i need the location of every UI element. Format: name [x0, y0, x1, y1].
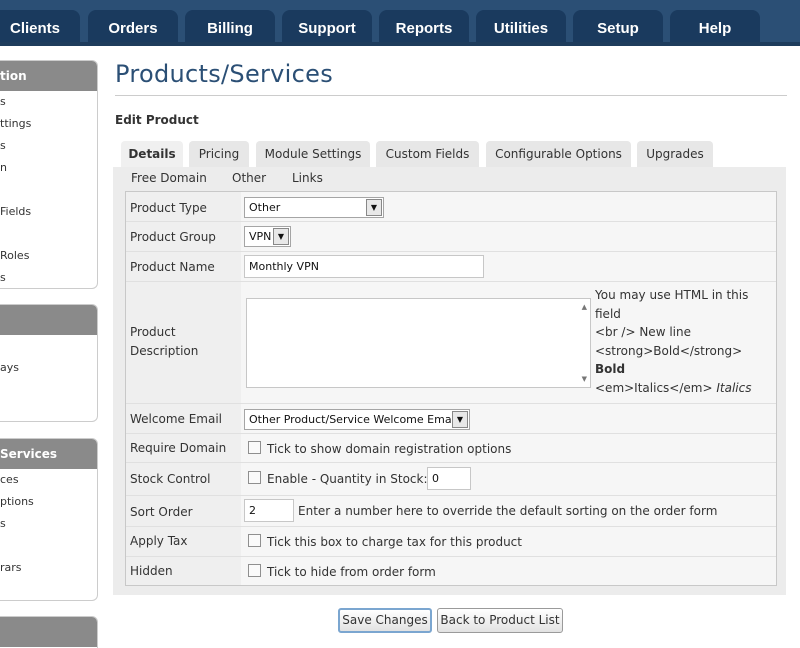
section-heading: Edit Product	[115, 113, 199, 127]
apply-tax-label: Apply Tax	[130, 534, 188, 548]
chevron-down-icon: ▼	[366, 199, 382, 216]
sidebar-link[interactable]: ptions	[0, 495, 34, 508]
sidebar-link[interactable]: s	[0, 517, 6, 530]
product-type-select[interactable]: Other ▼	[244, 197, 384, 218]
require-domain-checkbox[interactable]	[248, 441, 261, 454]
html-help-line1: You may use HTML in this	[595, 288, 749, 302]
hidden-text: Tick to hide from order form	[267, 565, 436, 579]
save-changes-button[interactable]: Save Changes	[338, 608, 432, 633]
nav-tab-orders[interactable]: Orders	[88, 10, 178, 46]
row-require-domain: Require Domain Tick to show domain regis…	[126, 434, 776, 463]
nav-tab-clients[interactable]: Clients	[0, 10, 80, 46]
stock-control-text: Enable - Quantity in Stock:	[267, 472, 428, 486]
html-help-line6: <em>Italics</em> Italics	[595, 381, 751, 395]
tab-other[interactable]: Other	[232, 171, 266, 185]
sidebar-link[interactable]: rars	[0, 561, 22, 574]
sidebar-box-title: tion	[0, 61, 97, 91]
title-divider	[115, 95, 787, 96]
row-product-type: Product Type Other ▼	[126, 192, 776, 222]
apply-tax-text: Tick this box to charge tax for this pro…	[267, 535, 522, 549]
product-group-label: Product Group	[130, 230, 216, 244]
scroll-down-icon[interactable]: ▼	[582, 375, 587, 383]
product-description-label-line2: Description	[130, 344, 199, 358]
back-to-product-list-button[interactable]: Back to Product List	[437, 608, 563, 633]
nav-tab-support[interactable]: Support	[282, 10, 372, 46]
stock-control-checkbox[interactable]	[248, 471, 261, 484]
sidebar-box-title	[0, 617, 97, 647]
product-description-label-line1: Product	[130, 325, 176, 339]
sort-order-label: Sort Order	[130, 505, 193, 519]
html-help-line2: field	[595, 307, 621, 321]
tab-module-settings[interactable]: Module Settings	[256, 141, 370, 167]
product-name-input[interactable]: Monthly VPN	[244, 255, 484, 278]
sidebar-link[interactable]: s	[0, 95, 6, 108]
stock-control-label: Stock Control	[130, 472, 211, 486]
row-product-group: Product Group VPN ▼	[126, 222, 776, 252]
chevron-down-icon: ▼	[452, 411, 468, 428]
html-help-line3: <br /> New line	[595, 325, 691, 339]
apply-tax-checkbox[interactable]	[248, 534, 261, 547]
sidebar-link[interactable]: s	[0, 271, 6, 284]
sidebar-link[interactable]: Roles	[0, 249, 29, 262]
sidebar-link[interactable]: ces	[0, 473, 19, 486]
html-help-italics-example: Italics	[716, 381, 752, 395]
sidebar-link[interactable]: s	[0, 139, 6, 152]
nav-tab-setup[interactable]: Setup	[573, 10, 663, 46]
product-form: Product Type Other ▼ Product Group VPN ▼…	[125, 191, 777, 586]
welcome-email-label: Welcome Email	[130, 412, 222, 426]
html-help-italics-code: <em>Italics</em>	[595, 381, 713, 395]
tab-free-domain[interactable]: Free Domain	[131, 171, 207, 185]
row-welcome-email: Welcome Email Other Product/Service Welc…	[126, 404, 776, 434]
product-type-label: Product Type	[130, 201, 207, 215]
tab-details[interactable]: Details	[121, 141, 183, 167]
scroll-up-icon[interactable]: ▲	[582, 303, 587, 311]
sidebar-box-products-services: Services ces ptions s rars	[0, 438, 98, 601]
require-domain-label: Require Domain	[130, 441, 227, 455]
html-help-line4: <strong>Bold</strong>	[595, 344, 743, 358]
tab-custom-fields[interactable]: Custom Fields	[376, 141, 479, 167]
product-group-value: VPN	[249, 230, 272, 243]
tab-configurable-options[interactable]: Configurable Options	[486, 141, 631, 167]
tab-links[interactable]: Links	[292, 171, 323, 185]
hidden-checkbox[interactable]	[248, 564, 261, 577]
row-stock-control: Stock Control Enable - Quantity in Stock…	[126, 463, 776, 496]
tab-upgrades[interactable]: Upgrades	[637, 141, 713, 167]
sidebar-link[interactable]: ttings	[0, 117, 31, 130]
nav-tab-utilities[interactable]: Utilities	[476, 10, 566, 46]
product-type-value: Other	[249, 201, 281, 214]
row-sort-order: Sort Order 2 Enter a number here to over…	[126, 496, 776, 527]
page-title: Products/Services	[115, 60, 334, 88]
sidebar-link[interactable]: ays	[0, 361, 19, 374]
welcome-email-select[interactable]: Other Product/Service Welcome Email ▼	[244, 409, 470, 430]
sort-order-input[interactable]: 2	[244, 499, 294, 522]
hidden-label: Hidden	[130, 564, 173, 578]
sidebar-box-payments: ays	[0, 304, 98, 422]
stock-quantity-input[interactable]: 0	[427, 467, 471, 490]
tab-pricing[interactable]: Pricing	[189, 141, 249, 167]
nav-tab-reports[interactable]: Reports	[379, 10, 469, 46]
sidebar-link[interactable]: Fields	[0, 205, 31, 218]
row-product-name: Product Name Monthly VPN	[126, 252, 776, 282]
require-domain-text: Tick to show domain registration options	[267, 442, 512, 456]
html-help-bold-example: Bold	[595, 362, 626, 376]
product-group-select[interactable]: VPN ▼	[244, 226, 291, 247]
chevron-down-icon: ▼	[273, 228, 289, 245]
sidebar-box-configuration: tion s ttings s n Fields Roles s	[0, 60, 98, 289]
welcome-email-value: Other Product/Service Welcome Email	[249, 413, 458, 426]
product-name-label: Product Name	[130, 260, 215, 274]
sidebar-box-title	[0, 305, 97, 335]
product-description-textarea[interactable]: ▲ ▼	[246, 298, 591, 388]
nav-tab-billing[interactable]: Billing	[185, 10, 275, 46]
row-hidden: Hidden Tick to hide from order form	[126, 557, 776, 585]
nav-tab-help[interactable]: Help	[670, 10, 760, 46]
top-navigation: Clients Orders Billing Support Reports U…	[0, 0, 800, 46]
sort-order-text: Enter a number here to override the defa…	[298, 504, 718, 518]
sidebar-box-title: Services	[0, 439, 97, 469]
sidebar-link[interactable]: n	[0, 161, 7, 174]
row-apply-tax: Apply Tax Tick this box to charge tax fo…	[126, 527, 776, 557]
sidebar-box-support	[0, 616, 98, 648]
row-product-description: Product Description ▲ ▼ You may use HTML…	[126, 282, 776, 404]
